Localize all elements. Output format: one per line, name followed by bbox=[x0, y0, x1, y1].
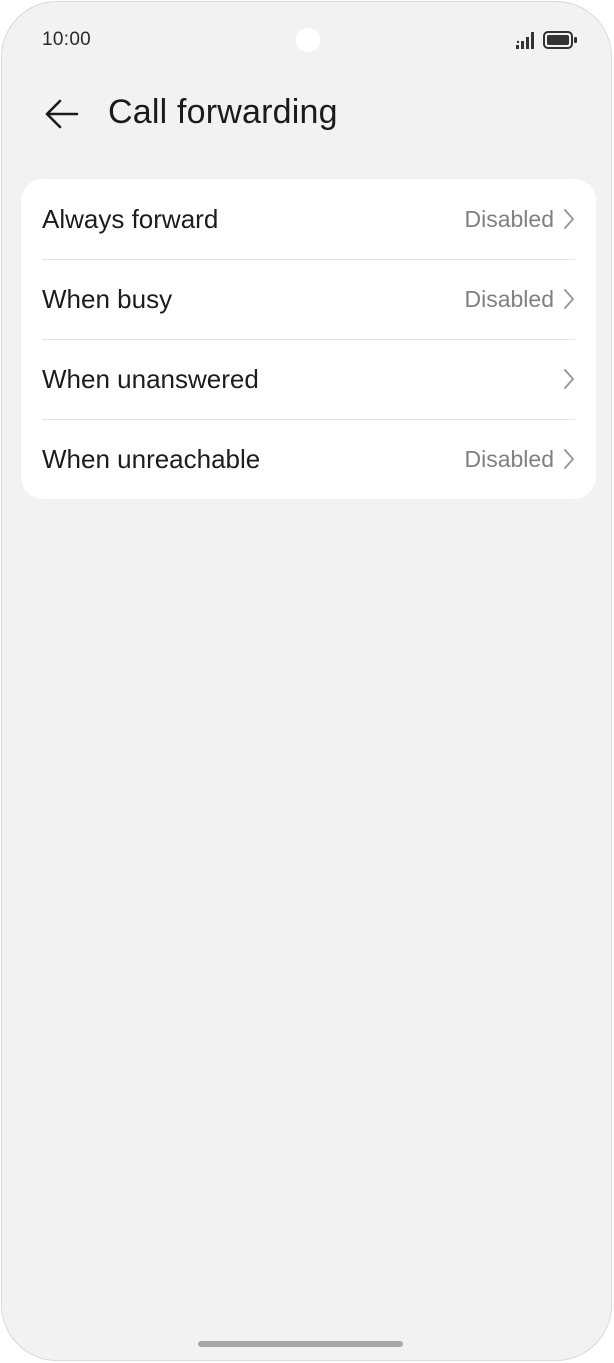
phone-screen: 10:00 Call forwarding Always forward Dis… bbox=[1, 1, 612, 1361]
status-value: Disabled bbox=[464, 285, 555, 312]
chevron-right-icon bbox=[564, 209, 574, 229]
status-value: Disabled bbox=[464, 445, 555, 472]
page-title: Call forwarding bbox=[108, 93, 338, 131]
status-time: 10:00 bbox=[42, 29, 92, 50]
row-label: When unreachable bbox=[42, 443, 261, 474]
signal-bars-icon bbox=[516, 32, 534, 49]
back-button[interactable] bbox=[38, 90, 86, 138]
battery-icon bbox=[543, 31, 577, 49]
chevron-right-icon bbox=[564, 449, 574, 469]
row-label: When unanswered bbox=[42, 363, 259, 394]
row-label: Always forward bbox=[42, 203, 219, 234]
row-label: When busy bbox=[42, 283, 173, 314]
forwarding-options-card: Always forward Disabled When busy Disabl… bbox=[21, 179, 596, 499]
when-busy-row[interactable]: When busy Disabled bbox=[21, 259, 596, 339]
chevron-right-icon bbox=[564, 289, 574, 309]
front-camera bbox=[296, 28, 320, 52]
arrow-left-icon bbox=[45, 99, 79, 129]
when-unanswered-row[interactable]: When unanswered bbox=[21, 339, 596, 419]
home-indicator[interactable] bbox=[198, 1341, 403, 1347]
when-unreachable-row[interactable]: When unreachable Disabled bbox=[21, 419, 596, 499]
chevron-right-icon bbox=[564, 369, 574, 389]
status-value: Disabled bbox=[464, 205, 555, 232]
always-forward-row[interactable]: Always forward Disabled bbox=[21, 179, 596, 259]
